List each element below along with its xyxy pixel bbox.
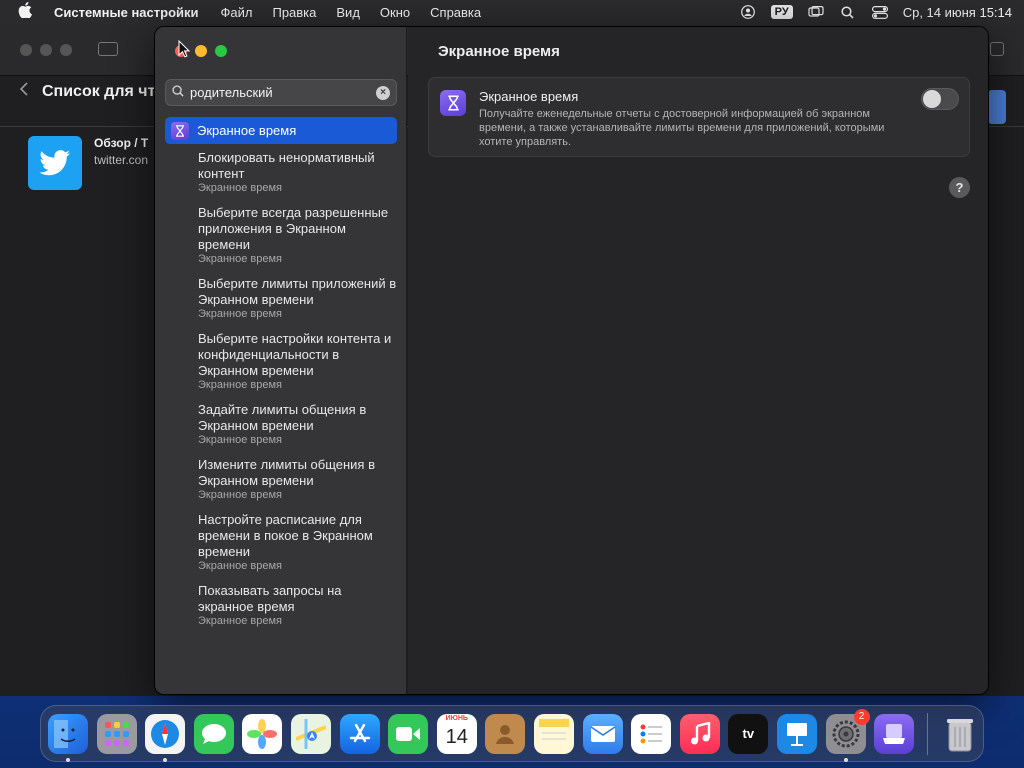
dock: ИЮНЬ 14 tv 2 (40, 705, 984, 762)
search-result-item[interactable]: Выберите всегда разрешенные приложения в… (165, 205, 397, 266)
search-input[interactable] (190, 85, 376, 100)
facetime-icon[interactable] (388, 713, 429, 754)
search-result-item[interactable]: Блокировать ненормативный контент Экранн… (165, 150, 397, 195)
messages-icon[interactable] (193, 713, 234, 754)
search-result-item[interactable]: Выберите настройки контента и конфиденци… (165, 331, 397, 392)
result-screen-time-label: Экранное время (197, 123, 297, 138)
settings-badge: 2 (853, 708, 870, 725)
settings-sidebar: × Экранное время Блокировать ненормативн… (155, 27, 407, 694)
sidebar-toggle-icon[interactable] (98, 42, 118, 56)
apple-tv-icon[interactable]: tv (728, 713, 769, 754)
calendar-month: ИЮНЬ (445, 714, 468, 722)
calendar-icon[interactable]: ИЮНЬ 14 (436, 713, 477, 754)
menu-window[interactable]: Окно (380, 5, 410, 20)
system-settings-window: × Экранное время Блокировать ненормативн… (154, 26, 989, 695)
background-window-controls (20, 44, 72, 56)
apple-menu-icon[interactable] (18, 2, 38, 22)
menu-view[interactable]: Вид (336, 5, 360, 20)
result-title: Выберите лимиты приложений в Экранном вр… (198, 276, 397, 307)
result-title: Показывать запросы на экранное время (198, 583, 342, 614)
notes-icon[interactable] (533, 713, 574, 754)
mail-icon[interactable] (582, 713, 623, 754)
app-store-icon[interactable] (339, 713, 380, 754)
help-button[interactable]: ? (949, 177, 970, 198)
result-title: Измените лимиты общения в Экранном време… (198, 457, 375, 488)
result-title: Настройте расписание для времени в покое… (198, 512, 373, 559)
menu-file[interactable]: Файл (221, 5, 253, 20)
calendar-day: 14 (445, 726, 468, 748)
result-category: Экранное время (198, 308, 282, 320)
control-center-icon[interactable] (871, 5, 889, 19)
result-category: Экранное время (198, 253, 282, 265)
reading-item-title: Обзор / Т (94, 136, 149, 150)
search-result-item[interactable]: Измените лимиты общения в Экранном време… (165, 457, 397, 502)
hourglass-icon (171, 121, 189, 140)
finder-icon[interactable] (48, 713, 88, 762)
spotlight-search-icon[interactable] (839, 5, 857, 19)
result-title: Блокировать ненормативный контент (198, 150, 375, 181)
user-account-icon[interactable] (739, 5, 757, 19)
search-icon (172, 84, 184, 102)
screen-time-card-title: Экранное время (479, 89, 579, 104)
contacts-icon[interactable] (485, 713, 526, 754)
screen-time-card: Экранное время Получайте еженедельные от… (428, 77, 970, 157)
screen-time-toggle[interactable] (921, 88, 959, 110)
apple-tv-label: tv (742, 726, 755, 741)
mouse-cursor-icon (178, 39, 191, 58)
screen-time-card-description: Получайте еженедельные отчеты с достовер… (479, 108, 885, 148)
page-title: Экранное время (438, 43, 560, 60)
system-settings-icon[interactable]: 2 (825, 708, 870, 762)
menu-app-name[interactable]: Системные настройки (54, 5, 199, 20)
result-category: Экранное время (198, 489, 282, 501)
launchpad-icon[interactable] (96, 713, 137, 754)
input-source-badge[interactable]: РУ (770, 5, 793, 19)
twitter-icon (28, 136, 82, 190)
menubar-clock[interactable]: Ср, 14 июня 15:14 (903, 5, 1012, 20)
background-blue-button[interactable] (988, 90, 1006, 124)
result-category: Экранное время (198, 379, 282, 391)
settings-content-pane: Экранное время Экранное время Получайте … (408, 27, 988, 694)
result-category: Экранное время (198, 434, 282, 446)
toggle-knob (923, 90, 941, 108)
menu-help[interactable]: Справка (430, 5, 481, 20)
result-title: Выберите настройки контента и конфиденци… (198, 331, 392, 378)
trash-icon[interactable] (940, 714, 980, 754)
music-icon[interactable] (679, 713, 720, 754)
result-title: Выберите всегда разрешенные приложения в… (198, 205, 389, 252)
reading-item-url: twitter.con (94, 153, 149, 167)
reading-list-title: Список для чт (42, 82, 156, 100)
result-screen-time[interactable]: Экранное время (165, 117, 397, 144)
reading-list-header: Список для чт (19, 82, 156, 101)
minimize-window-button[interactable] (195, 45, 207, 57)
result-category: Экранное время (198, 560, 282, 572)
search-result-item[interactable]: Задайте лимиты общения в Экранном времен… (165, 402, 397, 447)
search-result-item[interactable]: Показывать запросы на экранное время Экр… (165, 583, 397, 628)
safari-icon[interactable] (145, 713, 186, 762)
dock-separator (926, 712, 928, 755)
back-chevron-icon[interactable] (19, 82, 28, 101)
search-field-container: × (165, 79, 397, 106)
hourglass-icon (440, 90, 466, 116)
result-title: Задайте лимиты общения в Экранном времен… (198, 402, 367, 433)
menu-edit[interactable]: Правка (272, 5, 316, 20)
maps-icon[interactable] (290, 713, 331, 754)
storage-drive-icon[interactable] (874, 713, 915, 754)
result-category: Экранное время (198, 182, 282, 194)
reminders-icon[interactable] (631, 713, 672, 754)
photos-icon[interactable] (242, 713, 283, 754)
result-category: Экранное время (198, 615, 282, 627)
search-results-list: Экранное время Блокировать ненормативный… (165, 117, 397, 638)
search-result-item[interactable]: Выберите лимиты приложений в Экранном вр… (165, 276, 397, 321)
stage-manager-icon[interactable] (807, 5, 825, 19)
search-result-item[interactable]: Настройте расписание для времени в покое… (165, 512, 397, 573)
zoom-window-button[interactable] (215, 45, 227, 57)
keynote-icon[interactable] (776, 713, 817, 754)
reading-list-item[interactable]: Обзор / Т twitter.con (28, 136, 148, 190)
menu-bar: Системные настройки Файл Правка Вид Окно… (0, 0, 1024, 24)
clear-search-icon[interactable]: × (376, 85, 390, 100)
tabs-overview-icon[interactable] (990, 42, 1004, 56)
